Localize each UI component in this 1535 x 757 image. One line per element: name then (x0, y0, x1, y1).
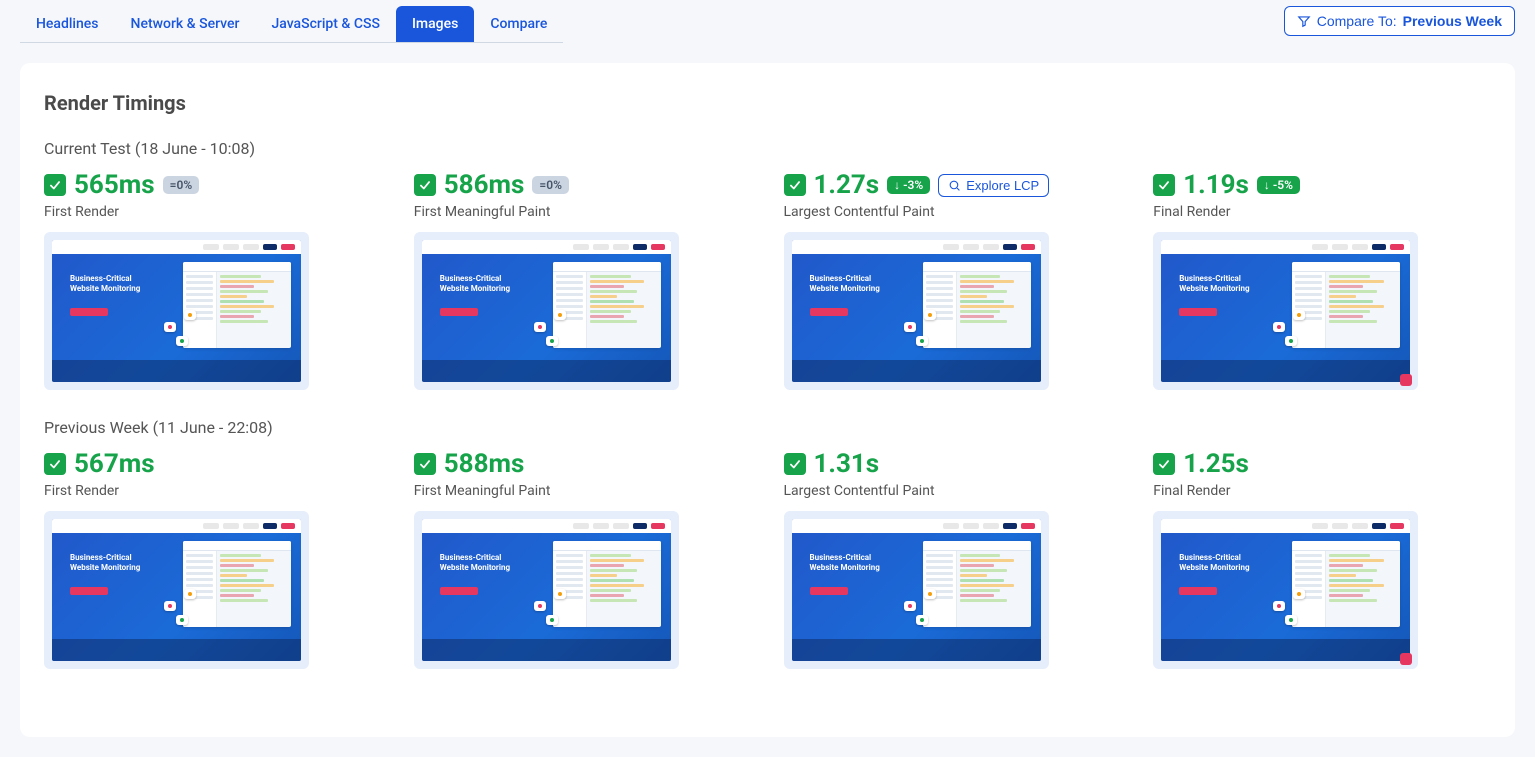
screenshot-thumbnail[interactable]: Business-CriticalWebsite Monitoring (44, 232, 309, 390)
explore-lcp-button[interactable]: Explore LCP (938, 174, 1049, 197)
metric-label: Final Render (1153, 204, 1491, 220)
check-icon (44, 174, 66, 196)
metric-value: 1.31s (814, 449, 880, 479)
tab-images[interactable]: Images (396, 6, 474, 42)
metrics-row: 567ms First Render Business-CriticalWebs… (44, 449, 1491, 669)
screenshot-thumbnail[interactable]: Business-CriticalWebsite Monitoring (1153, 232, 1418, 390)
delta-badge: =0% (532, 176, 569, 194)
check-icon (784, 174, 806, 196)
tab-network-server[interactable]: Network & Server (115, 6, 256, 42)
delta-badge: ↓ -3% (887, 176, 930, 194)
metrics-row: 565ms =0% First Render Business-Critical… (44, 170, 1491, 390)
metric-label: First Meaningful Paint (414, 204, 752, 220)
screenshot-thumbnail[interactable]: Business-CriticalWebsite Monitoring (414, 511, 679, 669)
screenshot-thumbnail[interactable]: Business-CriticalWebsite Monitoring (784, 232, 1049, 390)
metric-label: First Render (44, 483, 382, 499)
metric-label: First Meaningful Paint (414, 483, 752, 499)
tabs: Headlines Network & Server JavaScript & … (20, 6, 563, 43)
screenshot-thumbnail[interactable]: Business-CriticalWebsite Monitoring (784, 511, 1049, 669)
metric-card: 1.31s Largest Contentful Paint Business-… (784, 449, 1122, 669)
check-icon (44, 453, 66, 475)
compare-label: Compare To: (1317, 13, 1397, 29)
check-icon (1153, 453, 1175, 475)
metric-value: 1.19s (1183, 170, 1249, 200)
group-label: Current Test (18 June - 10:08) (44, 139, 1491, 158)
metric-value: 567ms (74, 449, 155, 479)
metric-card: 565ms =0% First Render Business-Critical… (44, 170, 382, 390)
metric-label: First Render (44, 204, 382, 220)
render-timings-panel: Render Timings Current Test (18 June - 1… (20, 63, 1515, 737)
metric-card: 1.27s ↓ -3% Explore LCP Largest Contentf… (784, 170, 1122, 390)
topbar: Headlines Network & Server JavaScript & … (0, 0, 1535, 43)
metric-value: 588ms (444, 449, 525, 479)
panel-title: Render Timings (44, 91, 1491, 115)
compare-value: Previous Week (1403, 13, 1502, 29)
tab-headlines[interactable]: Headlines (20, 6, 115, 42)
metric-card: 586ms =0% First Meaningful Paint Busines… (414, 170, 752, 390)
metric-label: Largest Contentful Paint (784, 483, 1122, 499)
metric-card: 1.25s Final Render Business-CriticalWebs… (1153, 449, 1491, 669)
metric-card: 588ms First Meaningful Paint Business-Cr… (414, 449, 752, 669)
metric-value: 565ms (74, 170, 155, 200)
delta-badge: =0% (163, 176, 200, 194)
metric-value: 586ms (444, 170, 525, 200)
corner-indicator (1400, 653, 1412, 665)
corner-indicator (1400, 374, 1412, 386)
check-icon (784, 453, 806, 475)
metric-card: 1.19s ↓ -5% Final Render Business-Critic… (1153, 170, 1491, 390)
metric-card: 567ms First Render Business-CriticalWebs… (44, 449, 382, 669)
check-icon (414, 174, 436, 196)
compare-to-button[interactable]: Compare To: Previous Week (1284, 6, 1515, 36)
group-label: Previous Week (11 June - 22:08) (44, 418, 1491, 437)
metric-value: 1.25s (1183, 449, 1249, 479)
screenshot-thumbnail[interactable]: Business-CriticalWebsite Monitoring (414, 232, 679, 390)
tab-javascript-css[interactable]: JavaScript & CSS (255, 6, 395, 42)
check-icon (414, 453, 436, 475)
screenshot-thumbnail[interactable]: Business-CriticalWebsite Monitoring (44, 511, 309, 669)
metric-label: Largest Contentful Paint (784, 204, 1122, 220)
check-icon (1153, 174, 1175, 196)
tab-compare[interactable]: Compare (474, 6, 563, 42)
screenshot-thumbnail[interactable]: Business-CriticalWebsite Monitoring (1153, 511, 1418, 669)
filter-icon (1297, 14, 1311, 28)
metric-label: Final Render (1153, 483, 1491, 499)
delta-badge: ↓ -5% (1257, 176, 1300, 194)
metric-value: 1.27s (814, 170, 880, 200)
